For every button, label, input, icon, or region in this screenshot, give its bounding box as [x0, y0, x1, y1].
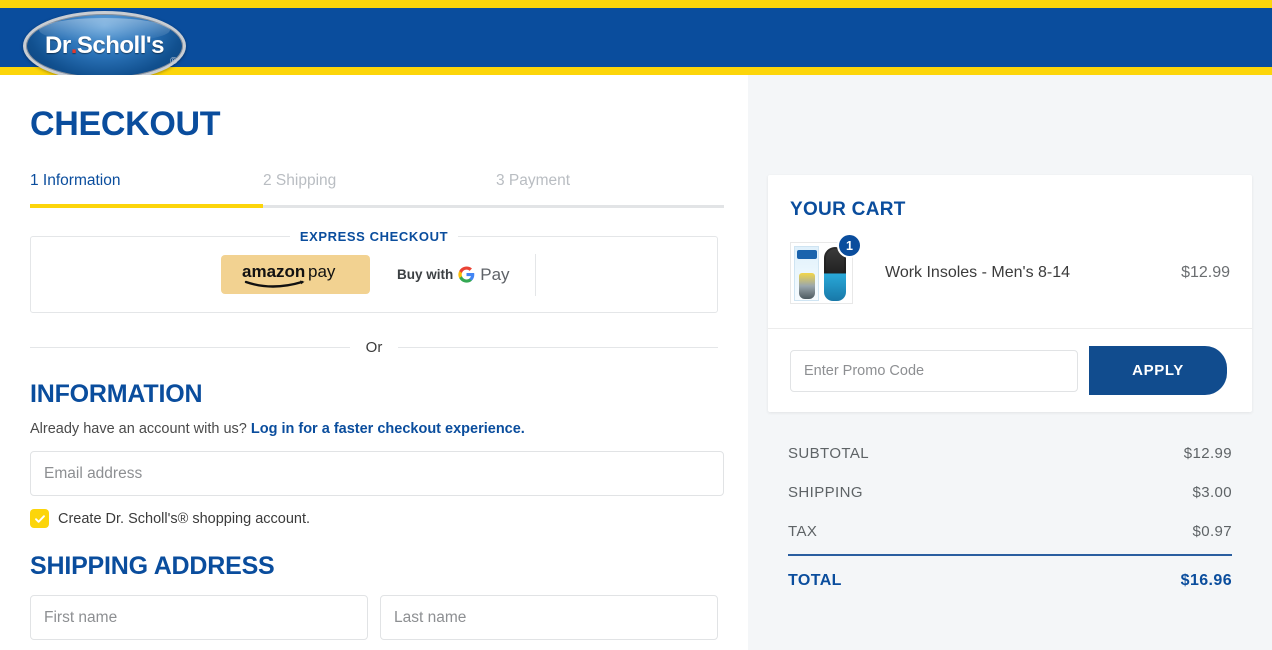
- gpay-buy-with-label: Buy with: [397, 267, 453, 282]
- account-prompt-row: Already have an account with us? Log in …: [30, 421, 718, 437]
- checkout-main-column: CHECKOUT 1 Information 2 Shipping 3 Paym…: [0, 75, 748, 650]
- brand-logo[interactable]: Dr.Scholl's: [23, 11, 186, 81]
- logo-text-dr: Dr: [45, 32, 71, 60]
- email-input[interactable]: Email address: [30, 451, 724, 496]
- step-progress-track: [263, 205, 724, 208]
- grand-total-row: TOTAL $16.96: [788, 556, 1232, 590]
- product-thumbnail-wrap: 1: [790, 242, 853, 304]
- step-progress-fill: [30, 204, 263, 208]
- promo-code-row: Enter Promo Code APPLY: [768, 329, 1252, 412]
- account-prompt-text: Already have an account with us?: [30, 421, 247, 437]
- apply-promo-button[interactable]: APPLY: [1089, 346, 1227, 395]
- or-divider: Or: [30, 339, 718, 356]
- header-stripe-top: [0, 0, 1272, 8]
- tax-value: $0.97: [1192, 523, 1232, 540]
- cart-card: YOUR CART 1 Work Insoles - Men's 8-14 $1…: [768, 175, 1252, 412]
- registered-trademark-mark: ®: [170, 56, 177, 67]
- logo-wordmark: Dr.Scholl's: [23, 11, 186, 81]
- grand-total-label: TOTAL: [788, 572, 842, 590]
- grand-total-value: $16.96: [1181, 572, 1232, 590]
- checkout-steps: 1 Information 2 Shipping 3 Payment: [30, 172, 718, 204]
- or-divider-text: Or: [350, 339, 399, 356]
- first-name-input[interactable]: First name: [30, 595, 368, 640]
- header-band: Dr.Scholl's ®: [0, 8, 1272, 67]
- or-divider-line-right: [398, 347, 718, 348]
- name-fields-row: First name Last name: [30, 595, 718, 640]
- shipping-row: SHIPPING $3.00: [788, 473, 1232, 512]
- page-title: CHECKOUT: [30, 105, 718, 144]
- svg-text:amazon: amazon: [242, 262, 305, 281]
- create-account-checkbox[interactable]: [30, 509, 49, 528]
- site-header: Dr.Scholl's ®: [0, 0, 1272, 75]
- quantity-badge: 1: [837, 233, 862, 258]
- gpay-pay-label: Pay: [480, 265, 509, 285]
- shipping-value: $3.00: [1192, 484, 1232, 501]
- promo-code-input[interactable]: Enter Promo Code: [790, 350, 1078, 392]
- shipping-label: SHIPPING: [788, 484, 863, 501]
- tab-payment[interactable]: 3 Payment: [496, 172, 729, 204]
- product-name: Work Insoles - Men's 8-14: [853, 264, 1181, 282]
- subtotal-row: SUBTOTAL $12.99: [788, 434, 1232, 473]
- header-stripe-bottom: [0, 67, 1272, 75]
- create-account-row: Create Dr. Scholl's® shopping account.: [30, 509, 718, 528]
- google-g-icon: [458, 266, 475, 283]
- tax-label: TAX: [788, 523, 817, 540]
- product-package-image: [794, 246, 819, 301]
- tab-information[interactable]: 1 Information: [30, 172, 263, 204]
- check-icon: [34, 513, 46, 525]
- order-totals: SUBTOTAL $12.99 SHIPPING $3.00 TAX $0.97…: [768, 434, 1252, 590]
- product-price: $12.99: [1181, 264, 1230, 282]
- express-checkout-box: amazon pay Buy with Pay: [30, 236, 718, 313]
- create-account-label: Create Dr. Scholl's® shopping account.: [58, 511, 310, 527]
- tab-shipping[interactable]: 2 Shipping: [263, 172, 496, 204]
- shipping-address-section-title: SHIPPING ADDRESS: [30, 552, 718, 581]
- tax-row: TAX $0.97: [788, 512, 1232, 556]
- information-section-title: INFORMATION: [30, 380, 718, 409]
- cart-line-item: 1 Work Insoles - Men's 8-14 $12.99: [768, 221, 1252, 329]
- login-link[interactable]: Log in for a faster checkout experience.: [251, 421, 525, 437]
- svg-text:pay: pay: [308, 262, 336, 281]
- checkout-page: CHECKOUT 1 Information 2 Shipping 3 Paym…: [0, 75, 1272, 650]
- last-name-input[interactable]: Last name: [380, 595, 718, 640]
- subtotal-value: $12.99: [1184, 445, 1232, 462]
- logo-text-scholls: Scholl's: [77, 32, 164, 60]
- amazon-pay-logo-icon: amazon pay: [240, 260, 352, 290]
- step-progress-bar: [30, 204, 724, 208]
- express-checkout-label: EXPRESS CHECKOUT: [290, 229, 458, 244]
- google-pay-button[interactable]: Buy with Pay: [397, 254, 536, 296]
- cart-title: YOUR CART: [768, 175, 1252, 221]
- or-divider-line-left: [30, 347, 350, 348]
- amazon-pay-button[interactable]: amazon pay: [221, 255, 370, 294]
- subtotal-label: SUBTOTAL: [788, 445, 869, 462]
- order-summary-column: YOUR CART 1 Work Insoles - Men's 8-14 $1…: [748, 75, 1272, 650]
